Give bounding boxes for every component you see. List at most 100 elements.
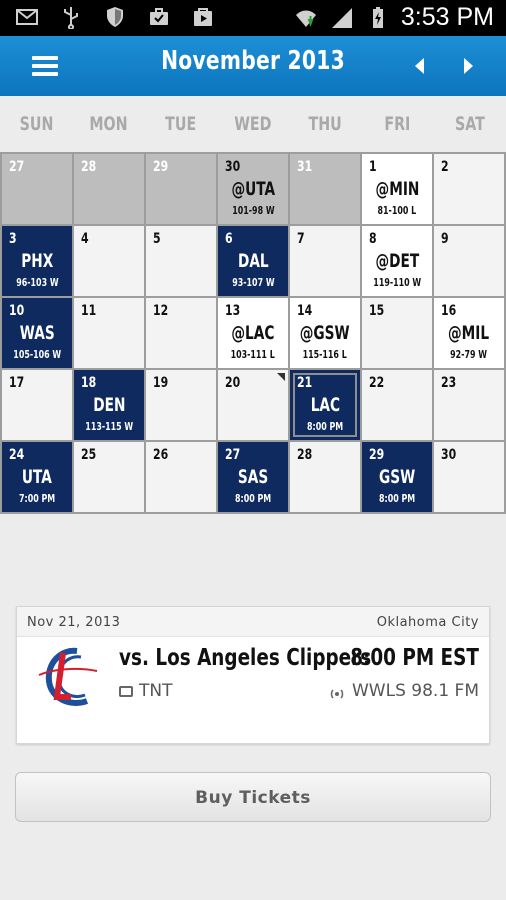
weekday-label: WED — [234, 113, 272, 135]
calendar-day-cell[interactable]: 15 — [362, 298, 432, 368]
game-opponent: @GSW — [290, 322, 360, 344]
calendar-day-cell[interactable]: 3 PHX 96-103 W — [2, 226, 72, 296]
game-opponent: DAL — [218, 250, 288, 272]
game-result: 8:00 PM — [290, 420, 360, 433]
day-number: 14 — [297, 303, 313, 319]
day-number: 18 — [81, 375, 97, 391]
shield-icon — [102, 4, 128, 30]
day-number: 12 — [153, 303, 169, 319]
game-opponent: LAC — [290, 394, 360, 416]
day-number: 31 — [297, 159, 313, 175]
wifi-icon — [293, 5, 319, 31]
calendar-day-cell[interactable]: 14 @GSW 115-116 L — [290, 298, 360, 368]
day-number: 20 — [225, 375, 241, 391]
calendar-day-cell[interactable]: 10 WAS 105-106 W — [2, 298, 72, 368]
calendar-day-cell[interactable]: 17 — [2, 370, 72, 440]
game-opponent: GSW — [362, 466, 432, 488]
calendar-day-cell[interactable]: 28 — [74, 154, 144, 224]
calendar-day-cell[interactable]: 28 — [290, 442, 360, 512]
day-number: 24 — [9, 447, 25, 463]
game-opponent: SAS — [218, 466, 288, 488]
game-result-text: 101-98 W — [231, 204, 275, 217]
calendar-day-cell[interactable]: 27 SAS 8:00 PM — [218, 442, 288, 512]
calendar-day-cell[interactable]: 8 @DET 119-110 W — [362, 226, 432, 296]
game-opponent-text: @MIN — [375, 178, 419, 200]
game-result-text: 93-107 W — [231, 276, 275, 289]
day-number: 15 — [369, 303, 385, 319]
calendar-day-cell[interactable]: 19 — [146, 370, 216, 440]
calendar-day-cell[interactable]: 20 — [218, 370, 288, 440]
calendar-day-cell[interactable]: 22 — [362, 370, 432, 440]
day-number: 29 — [369, 447, 385, 463]
game-detail-card[interactable]: Nov 21, 2013 Oklahoma City vs. Los Angel… — [16, 606, 490, 744]
calendar-day-cell[interactable]: 6 DAL 93-107 W — [218, 226, 288, 296]
usb-icon — [58, 4, 84, 30]
status-bar: 3:53 PM — [0, 0, 506, 36]
game-result-text: 81-100 L — [377, 204, 417, 217]
calendar-day-cell[interactable]: 29 — [146, 154, 216, 224]
game-opponent: @DET — [362, 250, 432, 272]
game-opponent-text: WAS — [19, 322, 55, 344]
calendar-day-cell[interactable]: 13 @LAC 103-111 L — [218, 298, 288, 368]
calendar-day-cell[interactable]: 2 — [434, 154, 504, 224]
calendar-day-cell[interactable]: 23 — [434, 370, 504, 440]
buy-tickets-button[interactable]: Buy Tickets — [15, 772, 491, 822]
day-number: 19 — [153, 375, 169, 391]
calendar-day-cell[interactable]: 31 — [290, 154, 360, 224]
opponent-name: vs. Los Angeles Clippers — [119, 645, 372, 671]
hamburger-icon[interactable] — [32, 54, 58, 78]
game-result-text: 8:00 PM — [234, 492, 272, 505]
game-opponent-text: DAL — [237, 250, 269, 272]
calendar-day-cell[interactable]: 7 — [290, 226, 360, 296]
game-result: 96-103 W — [2, 276, 72, 289]
day-number: 6 — [225, 231, 233, 247]
calendar-day-cell[interactable]: 24 UTA 7:00 PM — [2, 442, 72, 512]
calendar-day-cell[interactable]: 30 @UTA 101-98 W — [218, 154, 288, 224]
calendar-day-cell[interactable]: 5 — [146, 226, 216, 296]
game-opponent: @LAC — [218, 322, 288, 344]
month-title: November 2013 — [161, 46, 345, 76]
calendar-day-cell[interactable]: 29 GSW 8:00 PM — [362, 442, 432, 512]
calendar-day-cell[interactable]: 26 — [146, 442, 216, 512]
game-result-text: 7:00 PM — [18, 492, 56, 505]
briefcase-check-icon — [146, 4, 172, 30]
day-number: 27 — [225, 447, 241, 463]
weekday-label: SAT — [454, 113, 485, 135]
card-header: Nov 21, 2013 Oklahoma City — [17, 607, 489, 637]
calendar-day-cell[interactable]: 30 — [434, 442, 504, 512]
arrow-right-icon[interactable] — [456, 54, 480, 78]
status-time: 3:53 PM — [400, 3, 494, 31]
calendar-day-cell[interactable]: 27 — [2, 154, 72, 224]
calendar-day-cell[interactable]: 9 — [434, 226, 504, 296]
calendar-day-cell[interactable]: 25 — [74, 442, 144, 512]
calendar-day-cell[interactable]: 4 — [74, 226, 144, 296]
weekday-label: MON — [89, 113, 128, 135]
game-result: 119-110 W — [362, 276, 432, 289]
calendar-day-cell[interactable]: 21 LAC 8:00 PM — [290, 370, 360, 440]
calendar-day-cell[interactable]: 11 — [74, 298, 144, 368]
calendar-day-cell[interactable]: 16 @MIL 92-79 W — [434, 298, 504, 368]
tv-icon — [119, 685, 133, 697]
calendar-grid: 27 28 29 30 @UTA 101-98 W 31 1 @MIN 81-100 L 2 3 PHX… — [0, 152, 506, 514]
game-result-text: 105-106 W — [13, 348, 61, 361]
game-result: 101-98 W — [218, 204, 288, 217]
game-result-text: 119-110 W — [373, 276, 421, 289]
game-result-text: 113-115 W — [85, 420, 133, 433]
game-city: Oklahoma City — [376, 615, 479, 630]
day-number: 1 — [369, 159, 377, 175]
game-opponent-text: @LAC — [231, 322, 275, 344]
game-opponent-text: @GSW — [300, 322, 350, 344]
game-opponent-text: @UTA — [231, 178, 275, 200]
arrow-left-icon[interactable] — [408, 54, 432, 78]
calendar-day-cell[interactable]: 1 @MIN 81-100 L — [362, 154, 432, 224]
calendar-day-cell[interactable]: 12 — [146, 298, 216, 368]
game-result-text: 115-116 L — [302, 348, 348, 361]
day-number: 28 — [297, 447, 313, 463]
clippers-logo-icon — [37, 645, 99, 711]
weekday-header: SUN MON TUE WED THU FRI SAT — [0, 96, 506, 152]
day-number: 17 — [9, 375, 25, 391]
day-number: 9 — [441, 231, 449, 247]
day-number: 30 — [225, 159, 241, 175]
calendar-day-cell[interactable]: 18 DEN 113-115 W — [74, 370, 144, 440]
game-opponent: @MIN — [362, 178, 432, 200]
